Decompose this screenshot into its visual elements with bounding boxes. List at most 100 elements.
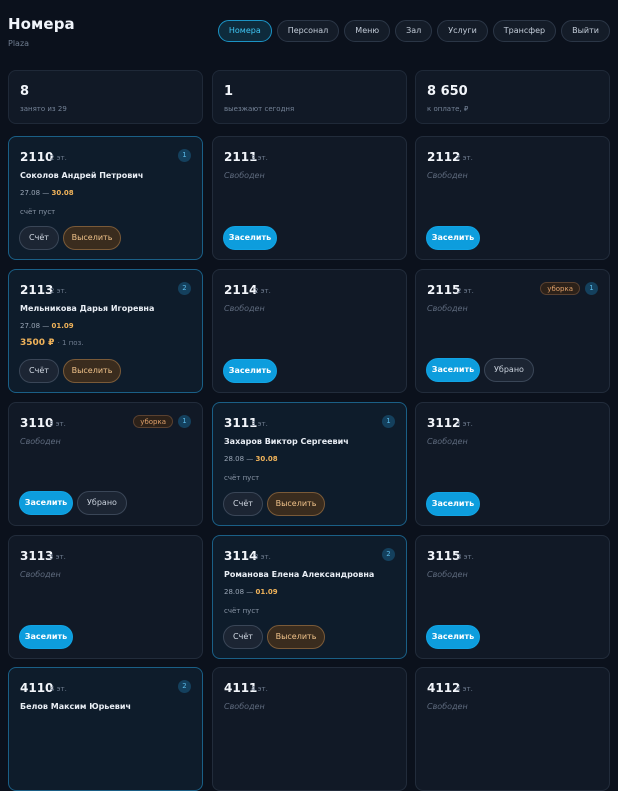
cleaning-tag: уборка: [540, 282, 580, 295]
stat-value: 1: [224, 84, 234, 99]
room-card[interactable]: 4111 4 эт. Свободен: [212, 667, 407, 791]
evict-button[interactable]: Выселить: [267, 625, 325, 649]
room-floor: 4 эт.: [251, 685, 268, 693]
stat-label: занято из 29: [20, 105, 67, 113]
room-number: 3115: [427, 549, 461, 563]
room-card[interactable]: 3111 3 эт. 1 Захаров Виктор Сергеевич 28…: [212, 402, 407, 526]
room-number: 3114: [224, 549, 258, 563]
room-status: Свободен: [20, 437, 61, 446]
stay-dates: 27.08 — 01.09: [20, 322, 74, 330]
room-floor: 2 эт.: [50, 154, 67, 162]
guest-count-badge: 1: [382, 415, 395, 428]
room-card[interactable]: 2110 2 эт. 1 Соколов Андрей Петрович 27.…: [8, 136, 203, 260]
stat-value: 8 650: [427, 84, 468, 99]
room-status: Свободен: [427, 304, 468, 313]
room-number: 2110: [20, 150, 54, 164]
stat-checkout-today: 1 выезжают сегодня: [212, 70, 407, 124]
room-status: Свободен: [224, 171, 265, 180]
date-to: 01.09: [255, 588, 278, 596]
date-to: 30.08: [51, 189, 74, 197]
date-to: 30.08: [255, 455, 278, 463]
room-card[interactable]: 3110 3 эт. уборка 1 Свободен Заселить Уб…: [8, 402, 203, 526]
bill-total: 3500 ₽: [20, 338, 55, 348]
room-floor: 2 эт.: [457, 287, 474, 295]
room-status: Свободен: [224, 304, 265, 313]
room-card[interactable]: 2114 2 эт. Свободен Заселить: [212, 269, 407, 393]
room-card[interactable]: 3115 3 эт. Свободен Заселить: [415, 535, 610, 659]
nav-staff[interactable]: Персонал: [276, 20, 340, 42]
room-floor: 4 эт.: [456, 685, 473, 693]
check-in-button[interactable]: Заселить: [19, 491, 73, 515]
top-nav: Номера Персонал Меню Зал Услуги Трансфер…: [217, 20, 610, 42]
room-floor: 3 эт.: [251, 420, 268, 428]
room-floor: 3 эт.: [49, 420, 66, 428]
bill-status: счёт пуст: [224, 474, 260, 482]
room-card[interactable]: 2112 2 эт. Свободен Заселить: [415, 136, 610, 260]
room-floor: 3 эт.: [254, 553, 271, 561]
room-floor: 2 эт.: [251, 154, 268, 162]
room-floor: 4 эт.: [50, 685, 67, 693]
check-in-button[interactable]: Заселить: [223, 359, 277, 383]
date-from: 28.08: [224, 455, 245, 463]
room-floor: 3 эт.: [456, 420, 473, 428]
stat-label: выезжают сегодня: [224, 105, 295, 113]
check-in-button[interactable]: Заселить: [426, 625, 480, 649]
bill-status: счёт пуст: [20, 208, 56, 216]
bill-status: счёт пуст: [224, 607, 260, 615]
stat-label: к оплате, ₽: [427, 105, 469, 113]
nav-hall[interactable]: Зал: [395, 20, 433, 42]
evict-button[interactable]: Выселить: [63, 359, 121, 383]
bill-amount: 3500 ₽ · 1 поз.: [20, 338, 84, 348]
bill-button[interactable]: Счёт: [223, 492, 263, 516]
nav-rooms[interactable]: Номера: [217, 20, 272, 42]
stay-dates: 28.08 — 01.09: [224, 588, 278, 596]
bill-button[interactable]: Счёт: [223, 625, 263, 649]
room-card[interactable]: 2113 2 эт. 2 Мельникова Дарья Игоревна 2…: [8, 269, 203, 393]
cleaning-tag: уборка: [133, 415, 173, 428]
guest-count-badge: 2: [382, 548, 395, 561]
mark-cleaned-button[interactable]: Убрано: [77, 491, 127, 515]
logout-button[interactable]: Выйти: [561, 20, 610, 42]
bill-button[interactable]: Счёт: [19, 359, 59, 383]
room-floor: 2 эт.: [456, 154, 473, 162]
room-floor: 3 эт.: [49, 553, 66, 561]
guest-count-badge: 1: [178, 149, 191, 162]
room-card[interactable]: 3112 3 эт. Свободен Заселить: [415, 402, 610, 526]
check-in-button[interactable]: Заселить: [426, 226, 480, 250]
page-title: Номера: [8, 15, 75, 33]
check-in-button[interactable]: Заселить: [426, 492, 480, 516]
guest-name: Романова Елена Александровна: [224, 570, 375, 579]
room-number: 2115: [427, 283, 461, 297]
room-status: Свободен: [427, 570, 468, 579]
evict-button[interactable]: Выселить: [63, 226, 121, 250]
guest-count-badge: 2: [178, 282, 191, 295]
room-card[interactable]: 3114 3 эт. 2 Романова Елена Александровн…: [212, 535, 407, 659]
room-card[interactable]: 4112 4 эт. Свободен: [415, 667, 610, 791]
bill-button[interactable]: Счёт: [19, 226, 59, 250]
page-header: Номера Plaza Номера Персонал Меню Зал Ус…: [8, 0, 612, 56]
guest-name: Соколов Андрей Петрович: [20, 171, 144, 180]
check-in-button[interactable]: Заселить: [223, 226, 277, 250]
room-card[interactable]: 2111 2 эт. Свободен Заселить: [212, 136, 407, 260]
stat-to-pay: 8 650 к оплате, ₽: [415, 70, 610, 124]
guest-count-badge: 2: [178, 680, 191, 693]
room-card[interactable]: 4110 4 эт. 2 Белов Максим Юрьевич: [8, 667, 203, 791]
stats-row: 8 занято из 29 1 выезжают сегодня 8 650 …: [8, 70, 610, 124]
nav-menu[interactable]: Меню: [344, 20, 391, 42]
guest-count-badge: 1: [178, 415, 191, 428]
nav-services[interactable]: Услуги: [437, 20, 488, 42]
room-card[interactable]: 3113 3 эт. Свободен Заселить: [8, 535, 203, 659]
room-floor: 3 эт.: [457, 553, 474, 561]
evict-button[interactable]: Выселить: [267, 492, 325, 516]
check-in-button[interactable]: Заселить: [426, 358, 480, 382]
room-floor: 2 эт.: [50, 287, 67, 295]
stay-dates: 28.08 — 30.08: [224, 455, 278, 463]
nav-transfer[interactable]: Трансфер: [492, 20, 557, 42]
room-card[interactable]: 2115 2 эт. уборка 1 Свободен Заселить Уб…: [415, 269, 610, 393]
check-in-button[interactable]: Заселить: [19, 625, 73, 649]
date-to: 01.09: [51, 322, 74, 330]
mark-cleaned-button[interactable]: Убрано: [484, 358, 534, 382]
stat-occupied: 8 занято из 29: [8, 70, 203, 124]
room-number: 2113: [20, 283, 54, 297]
room-status: Свободен: [427, 171, 468, 180]
